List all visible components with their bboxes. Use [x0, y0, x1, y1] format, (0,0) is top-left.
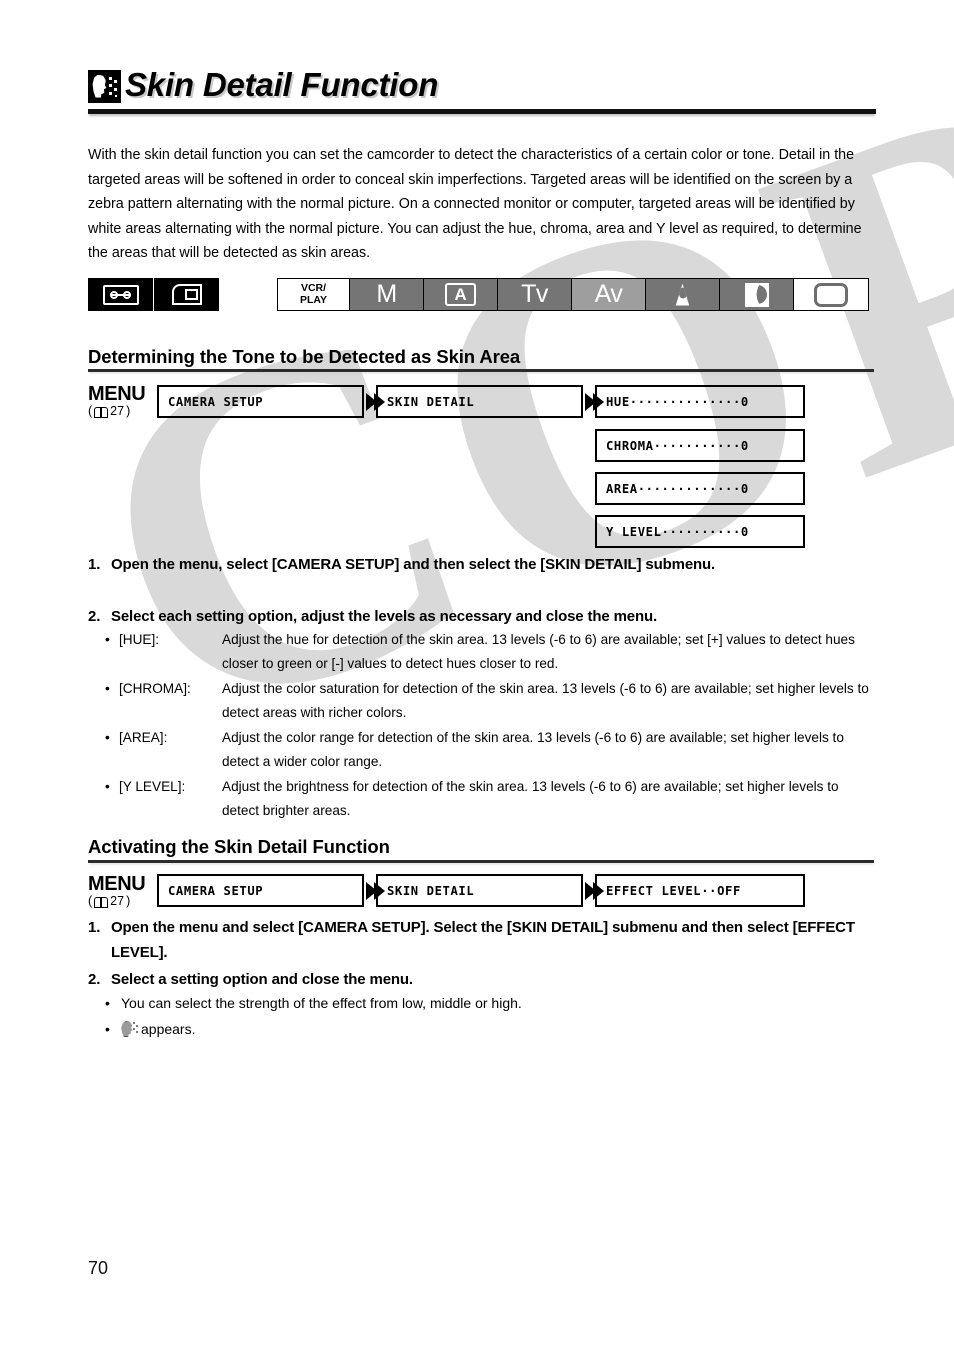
bullet-value: Adjust the color saturation for detectio…	[222, 681, 869, 720]
menu-option-label: HUE··············0	[606, 394, 749, 409]
step-number: 2.	[88, 971, 101, 988]
bullet-mark: •	[105, 681, 110, 696]
spotlight-icon	[675, 283, 690, 306]
list-item: • [HUE]: Adjust the hue for detection of…	[105, 628, 875, 676]
bullet-value: Adjust the color range for detection of …	[222, 730, 844, 769]
mode-cell-av: Av	[572, 279, 646, 310]
blank-mode-icon	[814, 282, 848, 307]
page-title: Skin Detail Function	[88, 62, 876, 108]
page-number: 70	[88, 1258, 109, 1278]
menu-box-label: CAMERA SETUP	[168, 394, 264, 409]
list-item: • You can select the strength of the eff…	[105, 990, 875, 1016]
section2-menu-label: MENU (27)	[88, 873, 146, 909]
menu-option-chroma[interactable]: CHROMA···········0	[595, 429, 805, 462]
section1-bullet-list: • [HUE]: Adjust the hue for detection of…	[105, 628, 875, 823]
bullet-value: Adjust the hue for detection of the skin…	[222, 632, 855, 671]
menu-option-area[interactable]: AREA·············0	[595, 472, 805, 505]
bullet-key: [HUE]:	[119, 632, 160, 647]
skin-detail-indicator-icon	[121, 1021, 138, 1037]
step-text: Open the menu, select [CAMERA SETUP] and…	[111, 556, 716, 573]
mode-cell-vcr-play: VCR/ PLAY	[278, 279, 350, 310]
book-icon	[94, 896, 109, 908]
bullet-mark: •	[105, 1021, 110, 1037]
mode-indicator-bar: VCR/ PLAY M A Tv Av	[277, 278, 869, 311]
bullet-key: [AREA]:	[119, 730, 168, 745]
step-number: 1.	[88, 919, 101, 936]
mode-cell-m: M	[350, 279, 424, 310]
step-number: 1.	[88, 556, 101, 573]
bullet-key: [Y LEVEL]:	[119, 779, 186, 794]
mode-cell-spotlight	[646, 279, 720, 310]
bullet-mark: •	[105, 779, 110, 794]
media-cell-tape	[88, 278, 153, 311]
list-item: • [CHROMA]: Adjust the color saturation …	[105, 677, 875, 725]
section1-heading: Determining the Tone to be Detected as S…	[88, 346, 521, 367]
night-mode-icon	[744, 282, 769, 307]
section1-menu-label: MENU (27)	[88, 383, 146, 419]
menu-box-label: SKIN DETAIL	[387, 883, 475, 898]
memory-card-icon	[171, 284, 202, 305]
menu-option-label: CHROMA···········0	[606, 438, 749, 453]
section2-step-2: 2. Select a setting option and close the…	[88, 967, 874, 992]
step-text: Open the menu and select [CAMERA SETUP].…	[111, 919, 855, 961]
title-divider	[88, 109, 876, 114]
bullet-mark: •	[105, 730, 110, 745]
menu2-box-camera-setup[interactable]: CAMERA SETUP	[157, 874, 364, 907]
mode-cell-blank	[794, 279, 868, 310]
menu-word: MENU	[88, 873, 146, 895]
page-title-text: Skin Detail Function	[125, 66, 439, 103]
menu-box-label: SKIN DETAIL	[387, 394, 475, 409]
book-icon	[94, 406, 109, 418]
list-item: • [Y LEVEL]: Adjust the brightness for d…	[105, 775, 875, 823]
bullet-mark: •	[105, 995, 110, 1011]
section1-divider	[88, 369, 874, 372]
bullet-text: You can select the strength of the effec…	[121, 995, 522, 1011]
bullet-text-with-icon: appears.	[121, 1016, 875, 1042]
menu-page-ref: (27)	[88, 894, 131, 908]
mode-label-m: M	[376, 280, 397, 308]
media-cell-card	[154, 278, 219, 311]
mode-label-av: Av	[594, 280, 623, 308]
menu-box-label: EFFECT LEVEL··OFF	[606, 883, 741, 898]
intro-paragraph: With the skin detail function you can se…	[88, 147, 862, 261]
bullet-mark: •	[105, 632, 110, 647]
tape-icon	[102, 284, 139, 305]
menu2-box-effect-level[interactable]: EFFECT LEVEL··OFF	[595, 874, 805, 907]
section2-divider	[88, 860, 874, 863]
menu2-box-skin-detail[interactable]: SKIN DETAIL	[376, 874, 583, 907]
mode-label-play: PLAY	[299, 293, 328, 306]
menu-option-label: AREA·············0	[606, 481, 749, 496]
skin-detail-icon	[88, 69, 121, 103]
bullet-value: Adjust the brightness for detection of t…	[222, 779, 839, 818]
section1-step-2: 2. Select each setting option, adjust th…	[88, 604, 874, 629]
mode-cell-tv: Tv	[498, 279, 572, 310]
list-item: • appears.	[105, 1016, 875, 1042]
mode-label-tv: Tv	[521, 280, 548, 308]
menu-box-label: CAMERA SETUP	[168, 883, 264, 898]
mode-label-vcr: VCR/	[300, 282, 327, 294]
media-indicator-bar	[88, 278, 219, 311]
mode-cell-auto: A	[424, 279, 498, 310]
menu-box-skin-detail[interactable]: SKIN DETAIL	[376, 385, 583, 418]
menu-option-hue[interactable]: HUE··············0	[595, 385, 805, 418]
section1-step-1: 1. Open the menu, select [CAMERA SETUP] …	[88, 552, 874, 577]
bullet-text: appears.	[141, 1021, 196, 1037]
step-text: Select a setting option and close the me…	[111, 971, 413, 988]
section2-step-1: 1. Open the menu and select [CAMERA SETU…	[88, 915, 874, 965]
section2-bullet-list: • You can select the strength of the eff…	[105, 990, 875, 1042]
menu-option-label: Y LEVEL··········0	[606, 524, 749, 539]
bullet-key: [CHROMA]:	[119, 681, 191, 696]
section2-heading: Activating the Skin Detail Function	[88, 836, 390, 857]
auto-mode-icon: A	[445, 283, 476, 306]
list-item: • [AREA]: Adjust the color range for det…	[105, 726, 875, 774]
mode-cell-night	[720, 279, 794, 310]
menu-box-camera-setup[interactable]: CAMERA SETUP	[157, 385, 364, 418]
step-number: 2.	[88, 608, 101, 625]
menu-page-ref: (27)	[88, 404, 131, 418]
step-text: Select each setting option, adjust the l…	[111, 608, 657, 625]
menu-option-y-level[interactable]: Y LEVEL··········0	[595, 515, 805, 548]
menu-word: MENU	[88, 383, 146, 405]
